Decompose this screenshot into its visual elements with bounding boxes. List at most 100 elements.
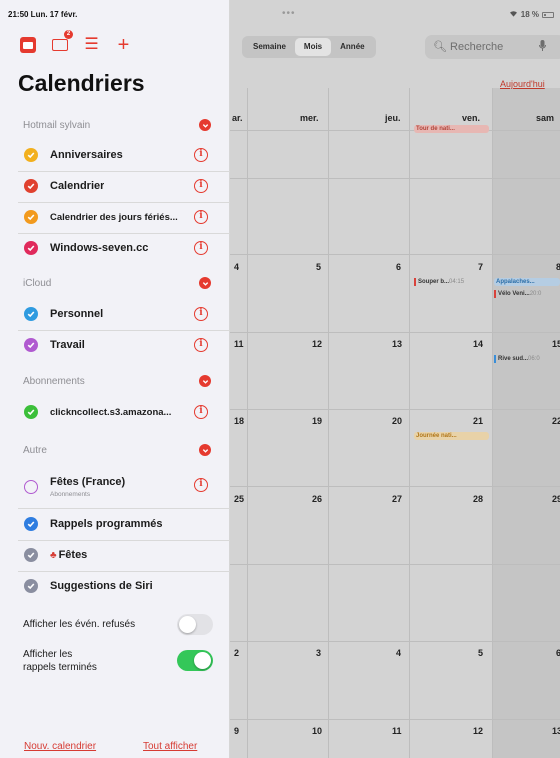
show-completed-toggle[interactable] bbox=[177, 650, 213, 671]
date-cell[interactable]: 4 bbox=[234, 262, 239, 272]
list-view-button[interactable]: ☰ bbox=[82, 35, 101, 54]
checkmark-icon[interactable] bbox=[24, 210, 38, 224]
info-icon[interactable]: i bbox=[194, 478, 208, 492]
date-cell[interactable]: 14 bbox=[473, 339, 483, 349]
date-cell[interactable]: 13 bbox=[392, 339, 402, 349]
date-cell[interactable]: 21 bbox=[473, 416, 483, 426]
calendar-row-windows-seven[interactable]: Windows-seven.cc i bbox=[0, 233, 230, 264]
multitask-dots[interactable]: ••• bbox=[282, 8, 296, 19]
calendar-name: Suggestions de Siri bbox=[50, 580, 153, 592]
checkmark-icon[interactable] bbox=[24, 148, 38, 162]
event-souper[interactable]: Souper b...04:15 bbox=[414, 278, 489, 286]
show-declined-toggle[interactable] bbox=[177, 614, 213, 635]
chevron-down-icon[interactable] bbox=[199, 277, 211, 289]
microphone-icon[interactable] bbox=[539, 40, 546, 54]
event-velo[interactable]: Vélo Veni...20:0 bbox=[494, 290, 560, 298]
view-segmented-control: Semaine Mois Année bbox=[242, 36, 376, 58]
calendar-view-button[interactable] bbox=[18, 35, 37, 54]
show-all-link[interactable]: Tout afficher bbox=[143, 741, 197, 752]
date-cell[interactable]: 27 bbox=[392, 494, 402, 504]
calendar-row-fetes-france[interactable]: Fêtes (France) Abonnements i bbox=[0, 472, 230, 509]
checkmark-icon[interactable] bbox=[24, 307, 38, 321]
calendar-name: Calendrier des jours fériés... bbox=[50, 212, 178, 223]
calendar-name: Travail bbox=[50, 339, 85, 351]
date-cell[interactable]: 3 bbox=[316, 648, 321, 658]
date-cell[interactable]: 11 bbox=[234, 339, 244, 349]
date-cell[interactable]: 18 bbox=[234, 416, 244, 426]
section-header-autre[interactable]: Autre bbox=[0, 437, 230, 465]
checkmark-icon[interactable] bbox=[24, 179, 38, 193]
date-cell[interactable]: 22 bbox=[552, 416, 560, 426]
calendar-name: ♣︎ Fêtes bbox=[50, 549, 88, 561]
show-declined-row: Afficher les évén. refusés bbox=[0, 612, 230, 638]
info-icon[interactable]: i bbox=[194, 179, 208, 193]
checkmark-icon[interactable] bbox=[24, 579, 38, 593]
date-cell[interactable]: 26 bbox=[312, 494, 322, 504]
info-icon[interactable]: i bbox=[194, 148, 208, 162]
tab-semaine[interactable]: Semaine bbox=[244, 38, 295, 56]
calendar-row-clickncollect[interactable]: clickncollect.s3.amazona... i bbox=[0, 397, 230, 428]
date-cell[interactable]: 20 bbox=[392, 416, 402, 426]
section-header-hotmail[interactable]: Hotmail sylvain bbox=[0, 112, 230, 140]
inbox-button[interactable]: 2 bbox=[50, 30, 73, 54]
calendar-row-fetes[interactable]: ♣︎ Fêtes bbox=[0, 540, 230, 571]
date-cell[interactable]: 28 bbox=[473, 494, 483, 504]
checkmark-icon[interactable] bbox=[24, 241, 38, 255]
calendar-row-jours-feries[interactable]: Calendrier des jours fériés... i bbox=[0, 202, 230, 233]
date-cell[interactable]: 5 bbox=[478, 648, 483, 658]
calendar-row-personnel[interactable]: Personnel i bbox=[0, 299, 230, 330]
date-cell[interactable]: 12 bbox=[473, 726, 483, 736]
calendar-row-siri[interactable]: Suggestions de Siri bbox=[0, 571, 230, 602]
tab-mois[interactable]: Mois bbox=[294, 38, 332, 56]
date-cell[interactable]: 6 bbox=[396, 262, 401, 272]
status-bar: 21:50 Lun. 17 févr. ••• 18 % bbox=[0, 0, 560, 28]
add-event-button[interactable]: + bbox=[114, 35, 133, 55]
chevron-down-icon[interactable] bbox=[199, 444, 211, 456]
unchecked-circle-icon[interactable] bbox=[24, 480, 38, 494]
date-cell[interactable]: 5 bbox=[316, 262, 321, 272]
calendar-row-rappels[interactable]: Rappels programmés bbox=[0, 509, 230, 540]
checkmark-icon[interactable] bbox=[24, 338, 38, 352]
chevron-down-icon[interactable] bbox=[199, 119, 211, 131]
info-icon[interactable]: i bbox=[194, 210, 208, 224]
info-icon[interactable]: i bbox=[194, 405, 208, 419]
date-cell[interactable]: 12 bbox=[312, 339, 322, 349]
date-cell[interactable]: 2 bbox=[234, 648, 239, 658]
info-icon[interactable]: i bbox=[194, 307, 208, 321]
search-field[interactable]: 🔍︎ Recherche bbox=[425, 35, 560, 59]
checkmark-icon[interactable] bbox=[24, 517, 38, 531]
date-cell[interactable]: 25 bbox=[234, 494, 244, 504]
date-cell[interactable]: 8 bbox=[556, 262, 560, 272]
date-cell[interactable]: 13 bbox=[552, 726, 560, 736]
event-journee[interactable]: Journée nati... bbox=[414, 432, 489, 440]
grid-line bbox=[230, 564, 560, 565]
section-header-abonnements[interactable]: Abonnements bbox=[0, 368, 230, 396]
calendar-row-anniversaires[interactable]: Anniversaires i bbox=[0, 140, 230, 171]
checkmark-icon[interactable] bbox=[24, 548, 38, 562]
date-cell[interactable]: 19 bbox=[312, 416, 322, 426]
grid-line bbox=[230, 409, 560, 410]
date-cell[interactable]: 7 bbox=[478, 262, 483, 272]
event-rive-sud[interactable]: Rive sud...06:0 bbox=[494, 355, 560, 363]
date-cell[interactable]: 15 bbox=[552, 339, 560, 349]
date-cell[interactable]: 11 bbox=[392, 726, 402, 736]
date-cell[interactable]: 29 bbox=[552, 494, 560, 504]
date-cell[interactable]: 4 bbox=[396, 648, 401, 658]
date-cell[interactable]: 9 bbox=[234, 726, 239, 736]
grid-line bbox=[230, 178, 560, 179]
calendar-row-calendrier[interactable]: Calendrier i bbox=[0, 171, 230, 202]
grid-line bbox=[409, 88, 410, 758]
section-header-icloud[interactable]: iCloud bbox=[0, 270, 230, 298]
event-tour-de-nati[interactable]: Tour de nati... bbox=[414, 125, 489, 133]
calendar-row-travail[interactable]: Travail i bbox=[0, 330, 230, 361]
date-cell[interactable]: 6 bbox=[556, 648, 560, 658]
tab-annee[interactable]: Année bbox=[331, 38, 373, 56]
checkmark-icon[interactable] bbox=[24, 405, 38, 419]
chevron-down-icon[interactable] bbox=[199, 375, 211, 387]
grid-line bbox=[492, 88, 493, 758]
date-cell[interactable]: 10 bbox=[312, 726, 322, 736]
new-calendar-link[interactable]: Nouv. calendrier bbox=[24, 741, 96, 752]
info-icon[interactable]: i bbox=[194, 338, 208, 352]
event-appalaches[interactable]: Appalaches... bbox=[494, 278, 560, 286]
info-icon[interactable]: i bbox=[194, 241, 208, 255]
